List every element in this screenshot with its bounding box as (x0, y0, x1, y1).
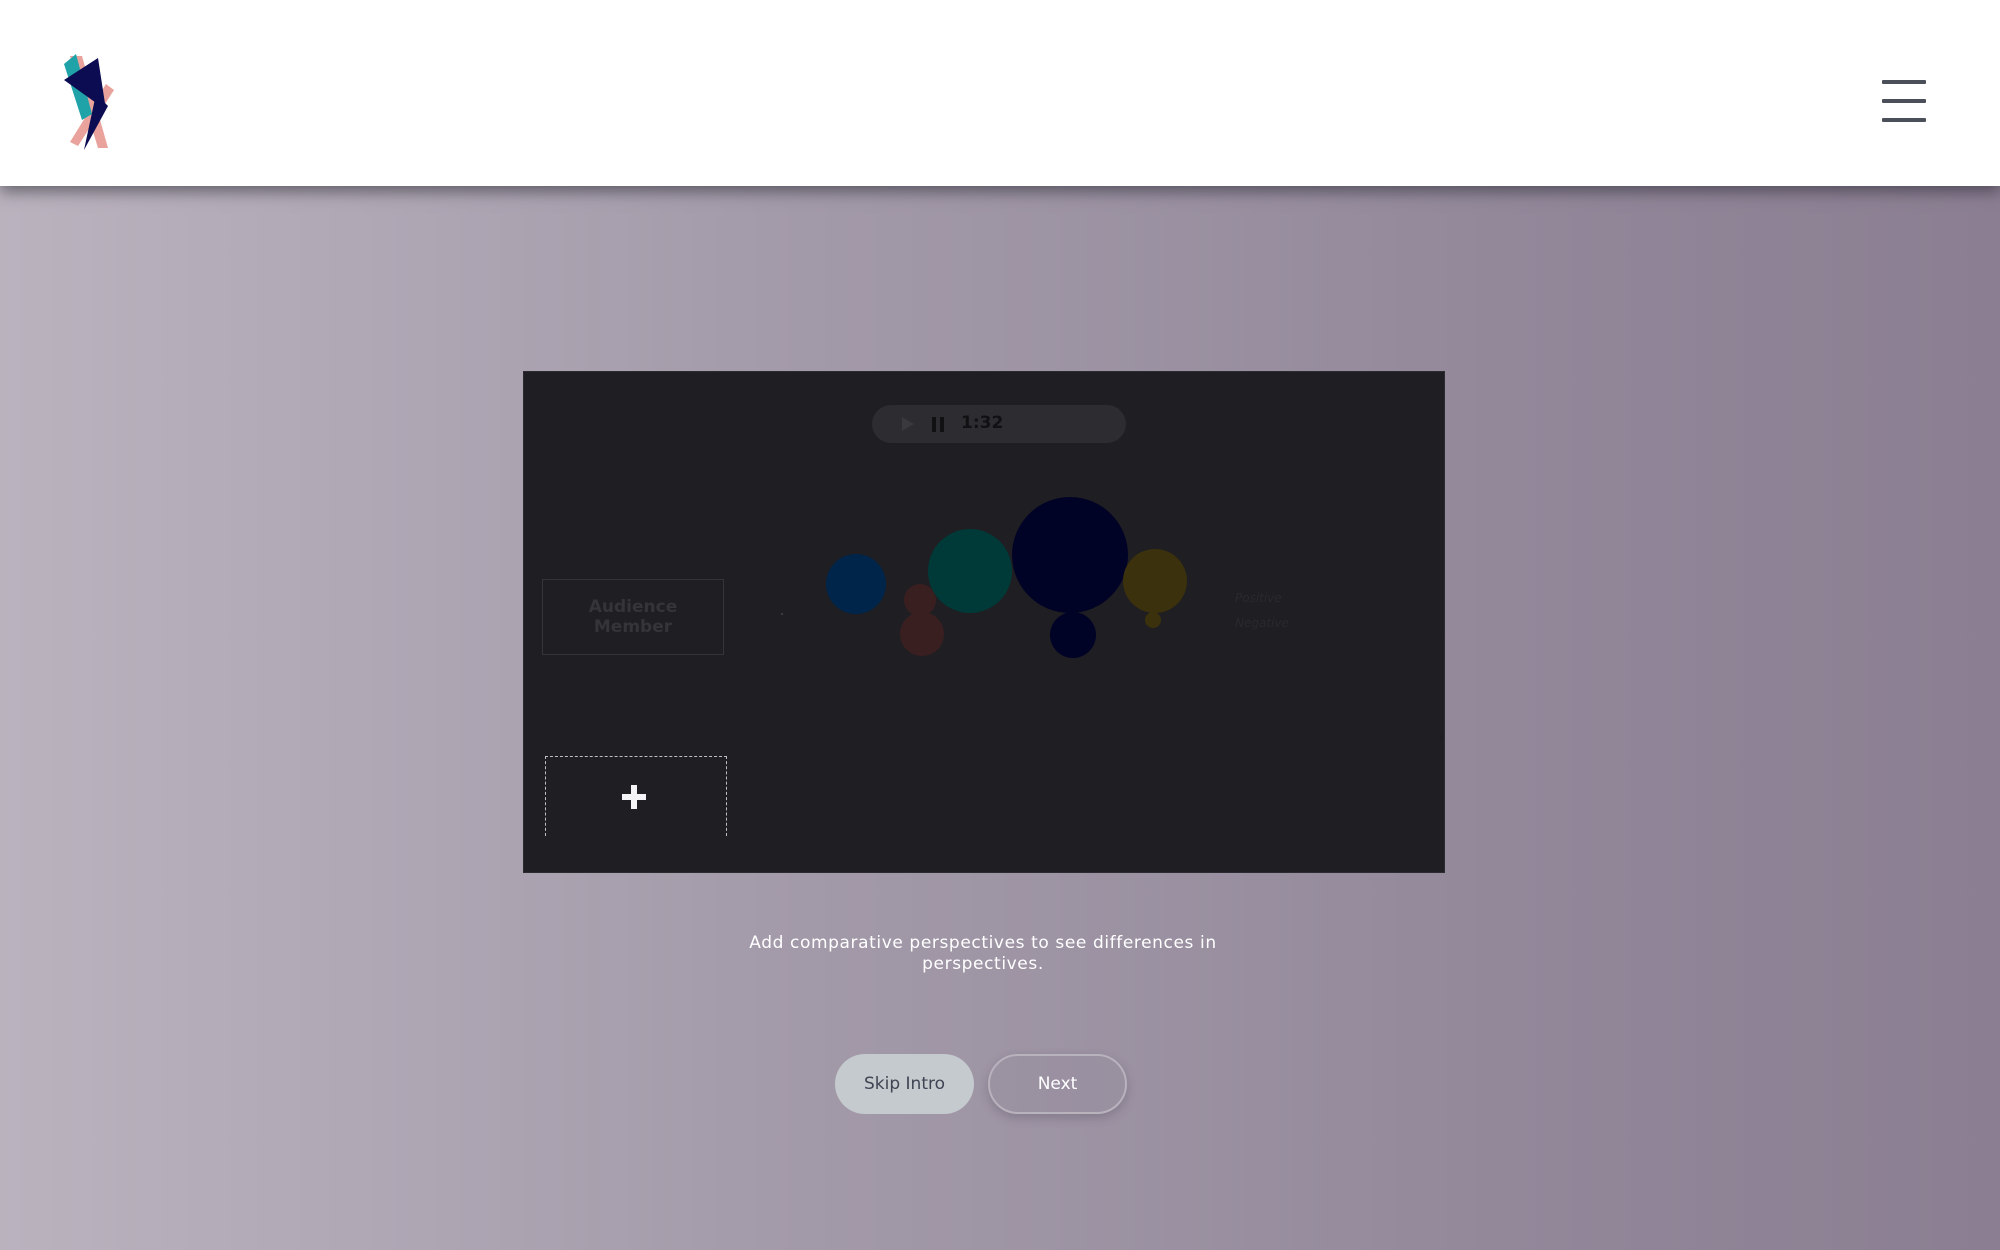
chevron-right-icon[interactable]: › (1438, 730, 1446, 744)
bubble[interactable] (900, 612, 944, 656)
bubble[interactable] (928, 529, 1012, 613)
brand-logo-icon[interactable] (62, 54, 122, 150)
bubble[interactable] (1145, 612, 1161, 628)
add-perspective-slot[interactable] (545, 756, 727, 836)
menu-line (1882, 99, 1926, 103)
bubble[interactable] (1012, 497, 1128, 613)
bubble[interactable] (1050, 612, 1096, 658)
bubble[interactable] (904, 584, 936, 616)
bubble[interactable] (1123, 549, 1187, 613)
visualization-stage: 1:32 Audience Member Positive Negative (524, 372, 1444, 872)
menu-line (1882, 118, 1926, 122)
next-button[interactable]: Next (988, 1054, 1127, 1114)
plus-icon (622, 785, 646, 809)
legend-positive: Positive (1235, 591, 1282, 605)
hamburger-menu-icon[interactable] (1882, 80, 1926, 122)
bubble-dot (780, 612, 784, 616)
intro-caption: Add comparative perspectives to see diff… (749, 933, 1217, 974)
bubble[interactable] (826, 554, 886, 614)
legend-negative: Negative (1235, 616, 1289, 630)
top-header (0, 0, 2000, 186)
menu-line (1882, 80, 1926, 84)
skip-intro-button[interactable]: Skip Intro (835, 1054, 974, 1114)
